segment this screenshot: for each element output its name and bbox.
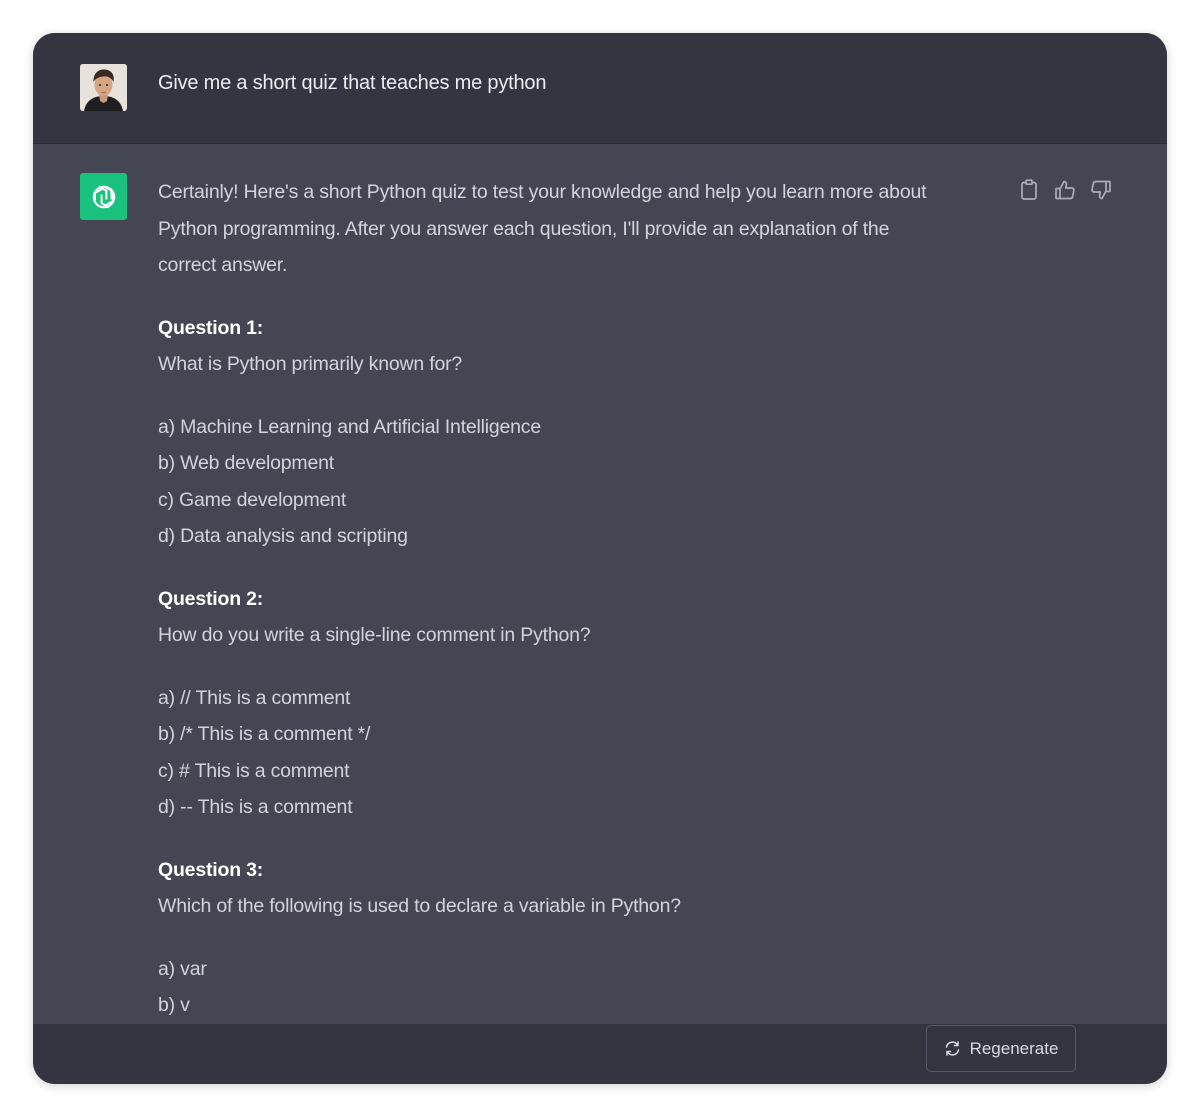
copy-button[interactable] [1018,178,1040,202]
assistant-message-row: Certainly! Here's a short Python quiz to… [33,144,1167,1024]
question-heading: Question 2: [158,587,264,610]
user-photo-icon [80,64,127,111]
copy-icon [1021,179,1037,200]
thumbs-up-button[interactable] [1054,178,1076,202]
bottom-bar: Regenerate [33,1024,1167,1084]
answer-option: a) Machine Learning and Artificial Intel… [158,415,541,438]
assistant-avatar [80,173,127,220]
chat-window: Give me a short quiz that teaches me pyt… [33,33,1167,1084]
answer-option: c) Game development [158,488,347,511]
intro-line: Certainly! Here's a short Python quiz to… [158,181,927,203]
thumbs-up-icon [1055,180,1075,200]
regenerate-label: Regenerate [969,1038,1059,1058]
regenerate-button[interactable]: Regenerate [926,1025,1076,1072]
answer-option: a) // This is a comment [158,686,351,709]
refresh-icon [945,1041,959,1056]
user-message-text: Give me a short quiz that teaches me pyt… [158,72,547,94]
question-heading: Question 3: [158,858,264,881]
answer-option: d) Data analysis and scripting [158,525,408,547]
user-message-row: Give me a short quiz that teaches me pyt… [33,33,1167,144]
question-heading: Question 1: [158,316,264,339]
answer-option: d) -- This is a comment [158,796,353,818]
user-avatar [80,64,127,111]
thumbs-down-icon [1091,180,1111,200]
message-actions [1018,178,1112,202]
answer-option: b) v [158,994,190,1016]
openai-logo-icon [92,185,115,208]
answer-option: b) Web development [158,452,334,474]
thumbs-down-button[interactable] [1090,178,1112,202]
answer-option: c) # This is a comment [158,759,350,782]
intro-line: correct answer. [158,254,288,276]
intro-line: Python programming. After you answer eac… [158,217,890,240]
question-prompt: Which of the following is used to declar… [158,895,681,917]
assistant-message-content: Certainly! Here's a short Python quiz to… [158,174,998,1024]
answer-option: a) var [158,957,207,980]
answer-option: b) /* This is a comment */ [158,723,371,745]
question-prompt: What is Python primarily known for? [158,353,463,375]
question-prompt: How do you write a single-line comment i… [158,624,591,646]
